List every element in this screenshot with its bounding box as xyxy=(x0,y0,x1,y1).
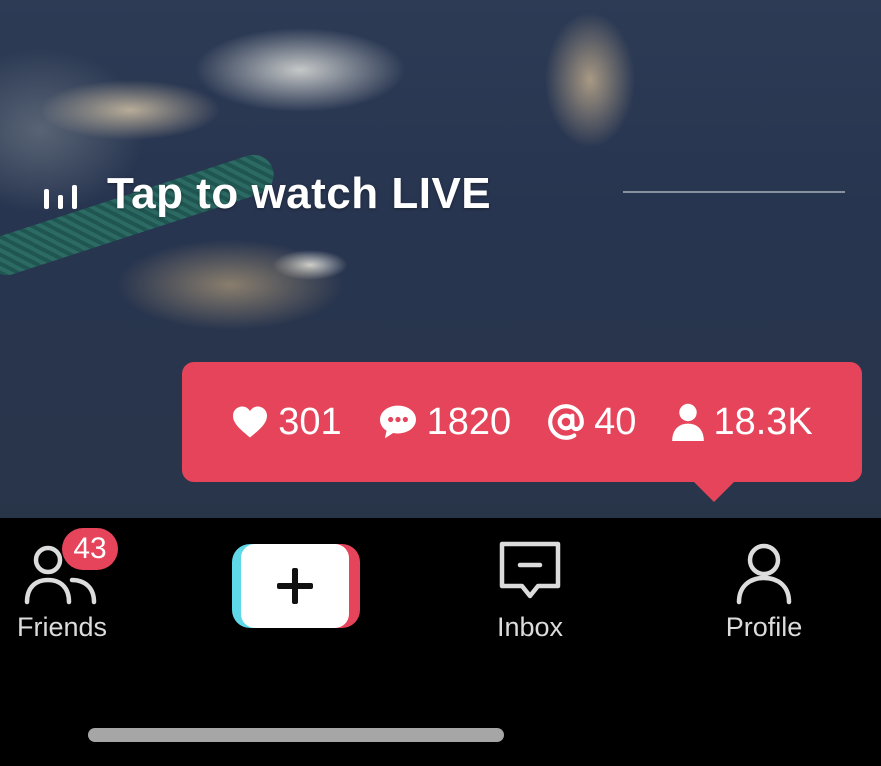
inbox-icon xyxy=(499,541,561,599)
likes-stat: 301 xyxy=(231,400,342,444)
tab-inbox-label: Inbox xyxy=(496,612,564,642)
comments-stat: 1820 xyxy=(378,400,512,444)
profile-icon xyxy=(736,543,792,605)
heart-icon xyxy=(233,406,268,438)
likes-count: 301 xyxy=(278,400,342,443)
tap-to-watch-live[interactable]: Tap to watch LIVE xyxy=(44,166,491,222)
comment-icon xyxy=(379,405,416,439)
create-button[interactable] xyxy=(232,544,360,628)
stats-bubble[interactable]: 301 1820 40 18.3K xyxy=(182,362,862,502)
friends-notification-badge: 43 xyxy=(62,528,118,570)
at-icon xyxy=(548,404,585,440)
live-label: Tap to watch LIVE xyxy=(107,169,492,218)
comments-count: 1820 xyxy=(426,400,512,443)
plus-icon xyxy=(277,568,313,604)
divider xyxy=(623,191,845,193)
create-button-face xyxy=(241,544,349,628)
tab-inbox[interactable]: Inbox xyxy=(470,540,590,643)
tab-profile-label: Profile xyxy=(725,612,803,642)
followers-count: 18.3K xyxy=(713,400,813,443)
mentions-count: 40 xyxy=(594,400,637,443)
person-icon xyxy=(672,403,705,441)
home-indicator[interactable] xyxy=(88,728,504,742)
live-bars-icon xyxy=(44,179,77,209)
tab-profile[interactable]: Profile xyxy=(704,540,824,643)
followers-stat: 18.3K xyxy=(672,400,813,444)
tab-friends-label: Friends xyxy=(16,612,108,642)
mentions-stat: 40 xyxy=(547,401,636,444)
